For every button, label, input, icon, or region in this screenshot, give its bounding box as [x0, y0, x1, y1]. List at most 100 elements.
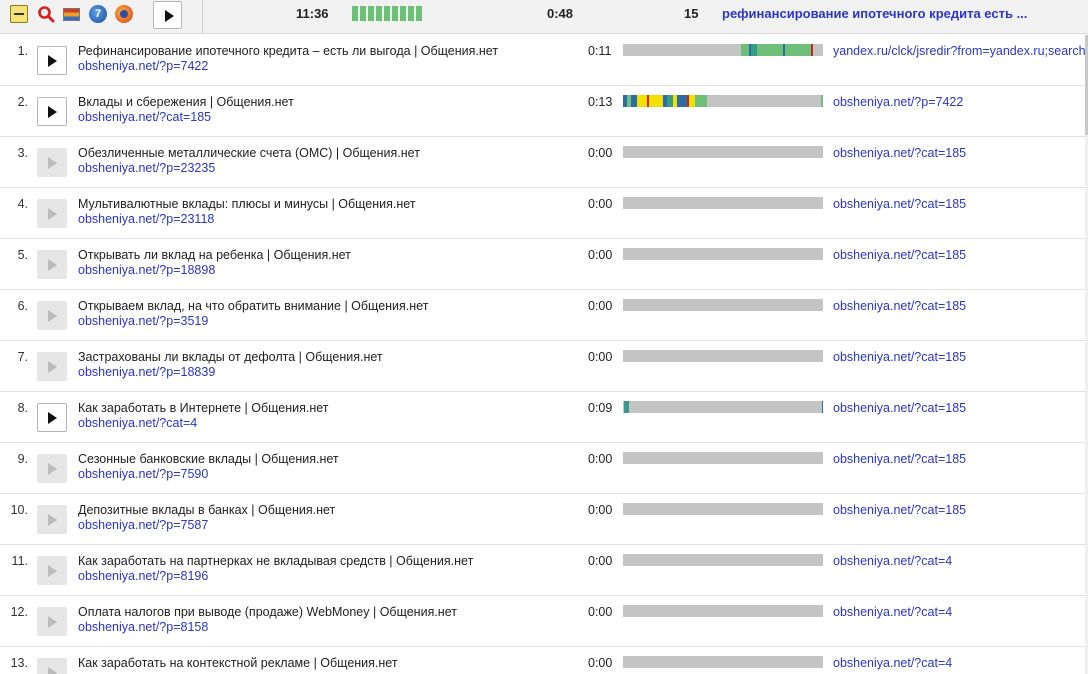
activity-segment — [623, 95, 627, 107]
activity-segment — [811, 44, 813, 56]
activity-bar — [623, 197, 823, 209]
visit-duration: 0:09 — [588, 401, 613, 415]
play-icon — [48, 565, 57, 577]
play-button[interactable] — [153, 1, 182, 29]
activity-segment — [751, 44, 757, 56]
activity-segments — [623, 299, 823, 311]
activity-bar — [623, 503, 823, 515]
firefox-icon[interactable] — [115, 5, 133, 23]
referrer-link[interactable]: obsheniya.net/?cat=4 — [833, 554, 1085, 568]
session-title[interactable]: рефинансирование ипотечного кредита есть… — [722, 6, 1042, 21]
row-play-button[interactable] — [37, 556, 67, 585]
activity-bar — [623, 605, 823, 617]
referrer-link[interactable]: obsheniya.net/?cat=185 — [833, 299, 1085, 313]
row-number: 9. — [17, 452, 28, 466]
page-url-link[interactable]: obsheniya.net/?p=18839 — [78, 365, 215, 379]
referrer-link[interactable]: obsheniya.net/?cat=185 — [833, 401, 1085, 415]
speed-icon[interactable]: 7 — [89, 5, 107, 23]
page-url-link[interactable]: obsheniya.net/?p=3519 — [78, 314, 208, 328]
play-icon — [48, 208, 57, 220]
row-play-button[interactable] — [37, 454, 67, 483]
activity-bar — [623, 401, 823, 413]
activity-bar — [623, 350, 823, 362]
referrer-link[interactable]: obsheniya.net/?cat=185 — [833, 350, 1085, 364]
referrer-link[interactable]: obsheniya.net/?cat=185 — [833, 248, 1085, 262]
activity-bar — [623, 44, 823, 56]
page-url-link[interactable]: obsheniya.net/?cat=185 — [78, 110, 211, 124]
activity-bar — [623, 248, 823, 260]
page-url-link[interactable]: obsheniya.net/?cat=4 — [78, 416, 197, 430]
activity-segment — [741, 44, 749, 56]
elapsed-time: 0:48 — [547, 6, 574, 21]
page-url-link[interactable]: obsheniya.net/?p=23235 — [78, 161, 215, 175]
activity-bar — [623, 299, 823, 311]
activity-segments — [623, 197, 823, 209]
progress-segment — [400, 6, 406, 21]
page-url-link[interactable]: obsheniya.net/?p=7590 — [78, 467, 208, 481]
page-url-link[interactable]: obsheniya.net/?p=7422 — [78, 59, 208, 73]
row-play-button[interactable] — [37, 250, 67, 279]
activity-segments — [623, 95, 823, 107]
activity-bar — [623, 452, 823, 464]
search-icon[interactable] — [37, 5, 55, 23]
row-number: 2. — [17, 95, 28, 109]
referrer-link[interactable]: yandex.ru/clck/jsredir?from=yandex.ru;se… — [833, 44, 1085, 58]
progress-segment — [408, 6, 414, 21]
minimize-icon[interactable] — [10, 5, 28, 23]
progress-segment — [352, 6, 358, 21]
row-number: 6. — [17, 299, 28, 313]
table-row: 4. Мультивалютные вклады: плюсы и минусы… — [0, 188, 1085, 239]
referrer-link[interactable]: obsheniya.net/?cat=185 — [833, 197, 1085, 211]
activity-segment — [687, 95, 689, 107]
activity-segments — [623, 554, 823, 566]
activity-segment — [673, 95, 677, 107]
row-number: 10. — [10, 503, 28, 517]
referrer-link[interactable]: obsheniya.net/?cat=4 — [833, 656, 1085, 670]
session-time: 11:36 — [296, 6, 329, 21]
activity-segments — [623, 452, 823, 464]
session-progress — [352, 6, 422, 21]
row-play-button[interactable] — [37, 97, 67, 126]
activity-segments — [623, 605, 823, 617]
row-play-button[interactable] — [37, 148, 67, 177]
toolbar: 7 11:36 0:48 15 рефинансирование ипотечн… — [0, 0, 1088, 34]
referrer-link[interactable]: obsheniya.net/?cat=4 — [833, 605, 1085, 619]
row-number: 7. — [17, 350, 28, 364]
visit-duration: 0:00 — [588, 554, 613, 568]
page-url-link[interactable]: obsheniya.net/?p=8196 — [78, 569, 208, 583]
visit-list: 1. Рефинансирование ипотечного кредита –… — [0, 35, 1085, 674]
play-icon — [48, 55, 57, 67]
table-row: 1. Рефинансирование ипотечного кредита –… — [0, 35, 1085, 86]
page-url-link[interactable]: obsheniya.net/?p=7587 — [78, 518, 208, 532]
referrer-link[interactable]: obsheniya.net/?cat=185 — [833, 503, 1085, 517]
activity-segments — [623, 350, 823, 362]
row-play-button[interactable] — [37, 403, 67, 432]
row-play-button[interactable] — [37, 505, 67, 534]
row-number: 3. — [17, 146, 28, 160]
page-title: Открываем вклад, на что обратить внимани… — [78, 299, 429, 313]
row-play-button[interactable] — [37, 658, 67, 674]
referrer-link[interactable]: obsheniya.net/?p=7422 — [833, 95, 1085, 109]
play-icon — [165, 10, 174, 22]
row-play-button[interactable] — [37, 46, 67, 75]
row-play-button[interactable] — [37, 199, 67, 228]
progress-segment — [376, 6, 382, 21]
activity-segments — [624, 401, 823, 413]
row-number: 13. — [10, 656, 28, 670]
activity-segment — [647, 95, 649, 107]
page-title: Мультивалютные вклады: плюсы и минусы | … — [78, 197, 416, 211]
row-play-button[interactable] — [37, 301, 67, 330]
page-url-link[interactable]: obsheniya.net/?p=8158 — [78, 620, 208, 634]
play-icon — [48, 514, 57, 526]
page-url-link[interactable]: obsheniya.net/?p=23118 — [78, 212, 214, 226]
table-row: 5. Открывать ли вклад на ребенка | Общен… — [0, 239, 1085, 290]
table-row: 7. Застрахованы ли вклады от дефолта | О… — [0, 341, 1085, 392]
row-play-button[interactable] — [37, 352, 67, 381]
flag-icon[interactable] — [63, 8, 80, 21]
referrer-link[interactable]: obsheniya.net/?cat=185 — [833, 452, 1085, 466]
visit-duration: 0:00 — [588, 248, 613, 262]
page-url-link[interactable]: obsheniya.net/?p=18898 — [78, 263, 215, 277]
referrer-link[interactable]: obsheniya.net/?cat=185 — [833, 146, 1085, 160]
activity-segment — [749, 44, 751, 56]
row-play-button[interactable] — [37, 607, 67, 636]
